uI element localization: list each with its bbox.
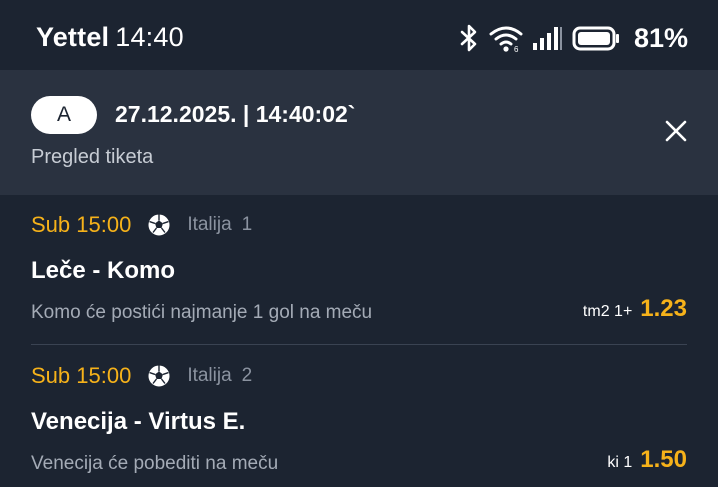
bet-description: Komo će postići najmanje 1 gol na meču <box>31 302 373 323</box>
signal-icon <box>532 23 564 53</box>
close-button[interactable] <box>658 115 694 151</box>
bet-match-title: Venecija - Virtus E. <box>31 408 246 435</box>
bet-time: Sub 15:00 <box>31 363 132 388</box>
battery-icon <box>572 23 622 53</box>
soccer-ball-icon <box>147 213 171 237</box>
close-icon <box>665 120 687 147</box>
league-round: 1 <box>241 214 253 235</box>
status-bar: Yettel 14:40 6 81% <box>0 0 718 70</box>
bet-pick: ki 1 1.50 <box>607 446 687 474</box>
bet-time: Sub 15:00 <box>31 212 132 237</box>
league-name: Italija <box>187 365 232 386</box>
pick-code: ki 1 <box>607 454 633 471</box>
bet-meta: Sub 15:00 Italija 1 <box>31 211 252 239</box>
pick-code: tm2 1+ <box>582 303 633 320</box>
bet-league: Italija 1 <box>187 214 252 236</box>
bet-meta: Sub 15:00 Italija 2 <box>31 362 252 390</box>
bet-match-title: Leče - Komo <box>31 257 176 284</box>
bet-odds: 1.23 <box>640 295 687 322</box>
page-subtitle: Pregled tiketa <box>31 146 154 168</box>
bluetooth-icon <box>458 23 480 53</box>
soccer-ball-icon <box>147 364 171 388</box>
svg-text:6: 6 <box>514 45 519 53</box>
league-round: 2 <box>241 365 253 386</box>
battery-percent: 81% <box>633 22 688 53</box>
carrier-time: Yettel 14:40 <box>36 22 184 53</box>
bet-league: Italija 2 <box>187 365 252 387</box>
wifi-icon: 6 <box>488 23 524 53</box>
ticket-type-pill[interactable]: A <box>31 96 97 134</box>
bet-description: Venecija će pobediti na meču <box>31 453 279 474</box>
status-time: 14:40 <box>115 22 184 52</box>
bet-item[interactable]: Sub 15:00 Italija 1 Leče - Komo Komo će p… <box>0 195 718 345</box>
bet-pick: tm2 1+ 1.23 <box>583 295 687 323</box>
bet-divider <box>31 344 687 345</box>
ticket-datetime: 27.12.2025. | 14:40:02` <box>115 101 356 127</box>
status-icons: 6 81% <box>458 20 688 56</box>
ticket-header: A 27.12.2025. | 14:40:02` Pregled tiketa <box>0 70 718 195</box>
carrier-name: Yettel <box>36 22 110 52</box>
bet-odds: 1.50 <box>640 446 687 473</box>
bet-item[interactable]: Sub 15:00 Italija 2 Venecija - Virtus E. … <box>0 346 718 487</box>
league-name: Italija <box>187 214 232 235</box>
